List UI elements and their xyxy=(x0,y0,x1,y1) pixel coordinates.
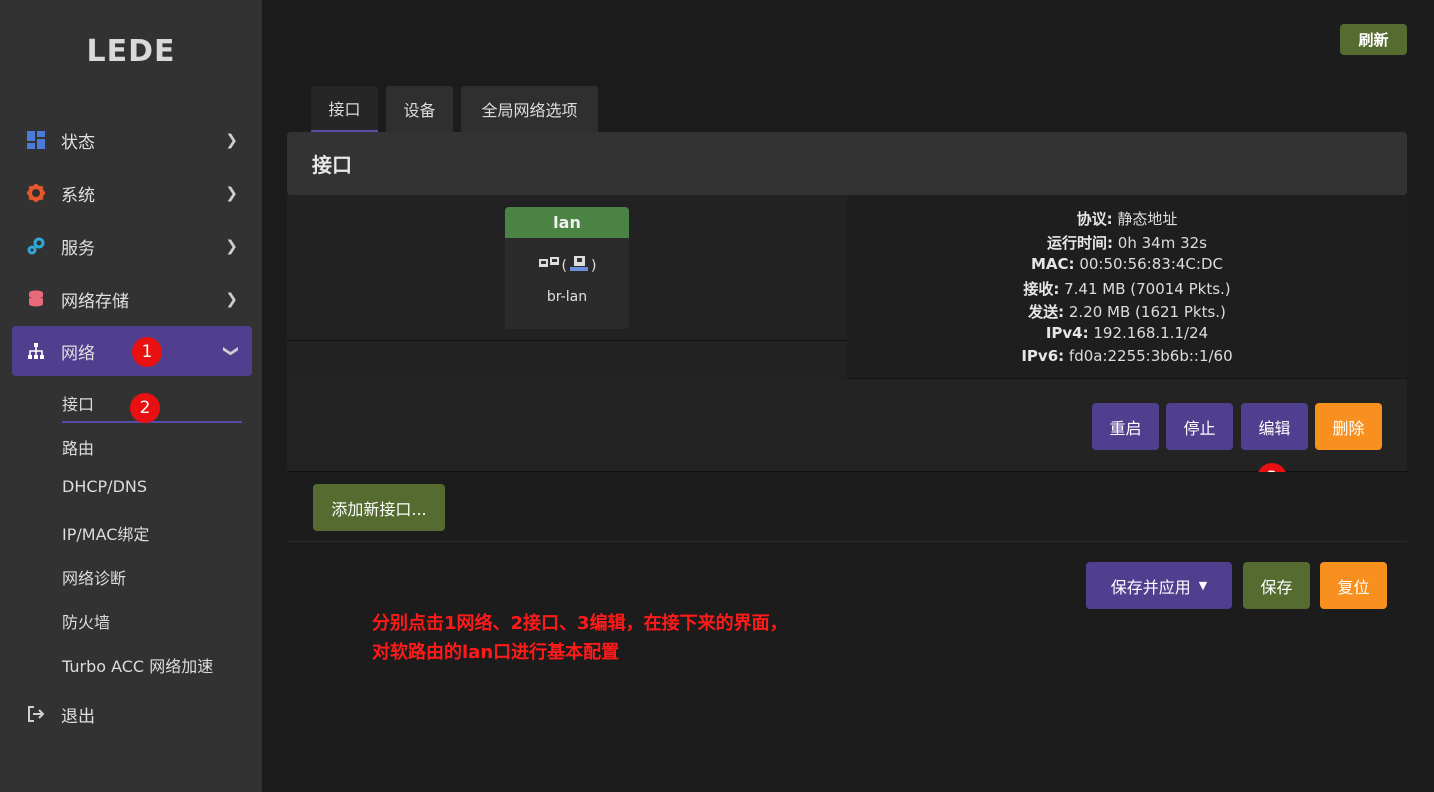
info-uptime: 运行时间: 0h 34m 32s xyxy=(1047,234,1207,252)
bridge-port-icon xyxy=(569,255,589,277)
sidebar-item-label: 网络存储 xyxy=(61,291,129,312)
sidebar-item-system[interactable]: 系统 ❯ xyxy=(12,168,252,218)
annotation-badge-1: 1 xyxy=(132,337,162,367)
add-interface-area xyxy=(287,472,1407,542)
interface-name: lan xyxy=(505,207,629,238)
info-ipv4: IPv4: 192.168.1.1/24 xyxy=(1045,324,1209,342)
sidebar-item-label: 系统 xyxy=(61,185,95,206)
interface-device-icons: ( ) xyxy=(505,255,629,277)
sidebar-item-nas[interactable]: 网络存储 ❯ xyxy=(12,274,252,324)
bracket-open: ( xyxy=(561,258,567,274)
submenu-item-turbo-acc[interactable]: Turbo ACC 网络加速 xyxy=(62,653,213,677)
sitemap-icon xyxy=(25,340,47,362)
chevron-down-icon: ❯ xyxy=(222,344,241,358)
stop-button[interactable]: 停止 xyxy=(1166,403,1233,450)
tab-global-options[interactable]: 全局网络选项 xyxy=(461,86,598,132)
save-apply-button[interactable]: 保存并应用 ▼ xyxy=(1086,562,1232,609)
interface-device: br-lan xyxy=(546,289,588,305)
info-mac: MAC: 00:50:56:83:4C:DC xyxy=(1031,255,1223,273)
sidebar-item-status[interactable]: 状态 ❯ xyxy=(12,115,252,165)
tab-devices[interactable]: 设备 xyxy=(386,86,453,132)
submenu-item-interfaces[interactable]: 接口 xyxy=(62,391,94,415)
submenu-item-dhcp-dns[interactable]: DHCP/DNS xyxy=(62,477,147,496)
logout-icon xyxy=(25,703,47,725)
annotation-line-1: 分别点击1网络、2接口、3编辑，在接下来的界面， xyxy=(372,613,788,634)
add-interface-button[interactable]: 添加新接口... xyxy=(313,484,445,531)
restart-button[interactable]: 重启 xyxy=(1092,403,1159,450)
sidebar-item-services[interactable]: 服务 ❯ xyxy=(12,221,252,271)
active-submenu-underline xyxy=(62,421,242,423)
interface-cell-filler xyxy=(287,341,847,379)
sidebar-item-label: 状态 xyxy=(61,132,95,153)
submenu-item-firewall[interactable]: 防火墙 xyxy=(62,609,110,633)
bracket-close: ) xyxy=(591,258,597,274)
chevron-right-icon: ❯ xyxy=(225,237,238,255)
sidebar-item-label: 退出 xyxy=(61,706,95,727)
sidebar-item-label: 服务 xyxy=(61,238,95,259)
reset-button[interactable]: 复位 xyxy=(1320,562,1387,609)
chevron-right-icon: ❯ xyxy=(225,184,238,202)
section-title: 接口 xyxy=(287,132,1407,195)
sidebar: LEDE 状态 ❯ 系统 ❯ 服务 ❯ 网络存储 ❯ 网络 ❯ 接口 路由 DH… xyxy=(0,0,262,792)
cogs-icon xyxy=(25,235,47,257)
info-tx: 发送: 2.20 MB (1621 Pkts.) xyxy=(1028,303,1226,321)
logo[interactable]: LEDE xyxy=(0,34,262,69)
chevron-right-icon: ❯ xyxy=(225,131,238,149)
interface-actions-row xyxy=(287,379,1407,472)
annotation-line-2: 对软路由的lan口进行基本配置 xyxy=(372,642,620,663)
interface-badge-lan[interactable]: lan ( ) br-lan xyxy=(505,207,629,329)
gear-icon xyxy=(25,182,47,204)
database-icon xyxy=(25,288,47,310)
dashboard-icon xyxy=(25,129,47,151)
save-button[interactable]: 保存 xyxy=(1243,562,1310,609)
info-rx: 接收: 7.41 MB (70014 Pkts.) xyxy=(1023,280,1231,298)
refresh-button[interactable]: 刷新 xyxy=(1340,24,1407,55)
submenu-item-diagnostics[interactable]: 网络诊断 xyxy=(62,565,126,589)
submenu-item-routes[interactable]: 路由 xyxy=(62,435,94,459)
info-ipv6: IPv6: fd0a:2255:3b6b::1/60 xyxy=(1021,347,1233,365)
chevron-right-icon: ❯ xyxy=(225,290,238,308)
annotation-badge-2: 2 xyxy=(130,393,160,423)
sidebar-item-label: 网络 xyxy=(61,343,95,364)
sidebar-item-logout[interactable]: 退出 xyxy=(12,689,252,739)
tab-interfaces[interactable]: 接口 xyxy=(311,86,378,132)
delete-button[interactable]: 删除 xyxy=(1315,403,1382,450)
edit-button[interactable]: 编辑 xyxy=(1241,403,1308,450)
info-protocol: 协议: 静态地址 xyxy=(1076,210,1178,228)
ethernet-port-icon xyxy=(538,256,560,276)
caret-down-icon: ▼ xyxy=(1198,579,1208,592)
submenu-item-ip-mac-binding[interactable]: IP/MAC绑定 xyxy=(62,521,149,545)
